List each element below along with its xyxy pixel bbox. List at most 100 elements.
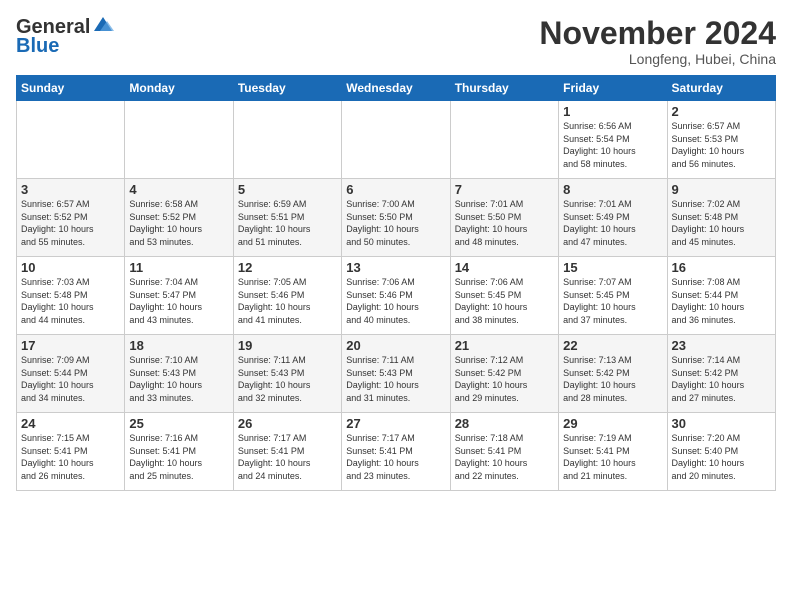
cell-0-3 (342, 101, 450, 179)
cell-info: Sunrise: 7:20 AM Sunset: 5:40 PM Dayligh… (672, 432, 771, 482)
cell-info: Sunrise: 7:17 AM Sunset: 5:41 PM Dayligh… (346, 432, 445, 482)
cell-info: Sunrise: 7:01 AM Sunset: 5:50 PM Dayligh… (455, 198, 554, 248)
day-number: 9 (672, 182, 771, 197)
cell-info: Sunrise: 7:13 AM Sunset: 5:42 PM Dayligh… (563, 354, 662, 404)
cell-4-3: 27Sunrise: 7:17 AM Sunset: 5:41 PM Dayli… (342, 413, 450, 491)
cell-info: Sunrise: 6:59 AM Sunset: 5:51 PM Dayligh… (238, 198, 337, 248)
day-number: 18 (129, 338, 228, 353)
header: General Blue November 2024 Longfeng, Hub… (16, 16, 776, 67)
col-wednesday: Wednesday (342, 76, 450, 101)
cell-2-3: 13Sunrise: 7:06 AM Sunset: 5:46 PM Dayli… (342, 257, 450, 335)
cell-1-2: 5Sunrise: 6:59 AM Sunset: 5:51 PM Daylig… (233, 179, 341, 257)
cell-info: Sunrise: 7:18 AM Sunset: 5:41 PM Dayligh… (455, 432, 554, 482)
day-number: 26 (238, 416, 337, 431)
cell-3-6: 23Sunrise: 7:14 AM Sunset: 5:42 PM Dayli… (667, 335, 775, 413)
day-number: 23 (672, 338, 771, 353)
day-number: 4 (129, 182, 228, 197)
cell-info: Sunrise: 7:06 AM Sunset: 5:46 PM Dayligh… (346, 276, 445, 326)
location-subtitle: Longfeng, Hubei, China (539, 51, 776, 67)
cell-0-2 (233, 101, 341, 179)
cell-1-5: 8Sunrise: 7:01 AM Sunset: 5:49 PM Daylig… (559, 179, 667, 257)
logo-icon (92, 13, 114, 35)
col-thursday: Thursday (450, 76, 558, 101)
cell-info: Sunrise: 7:09 AM Sunset: 5:44 PM Dayligh… (21, 354, 120, 404)
cell-info: Sunrise: 7:16 AM Sunset: 5:41 PM Dayligh… (129, 432, 228, 482)
cell-info: Sunrise: 7:11 AM Sunset: 5:43 PM Dayligh… (238, 354, 337, 404)
day-number: 7 (455, 182, 554, 197)
day-number: 29 (563, 416, 662, 431)
day-number: 6 (346, 182, 445, 197)
cell-info: Sunrise: 7:01 AM Sunset: 5:49 PM Dayligh… (563, 198, 662, 248)
cell-1-3: 6Sunrise: 7:00 AM Sunset: 5:50 PM Daylig… (342, 179, 450, 257)
day-number: 8 (563, 182, 662, 197)
cell-0-6: 2Sunrise: 6:57 AM Sunset: 5:53 PM Daylig… (667, 101, 775, 179)
title-block: November 2024 Longfeng, Hubei, China (539, 16, 776, 67)
cell-info: Sunrise: 7:00 AM Sunset: 5:50 PM Dayligh… (346, 198, 445, 248)
cell-1-1: 4Sunrise: 6:58 AM Sunset: 5:52 PM Daylig… (125, 179, 233, 257)
cell-3-2: 19Sunrise: 7:11 AM Sunset: 5:43 PM Dayli… (233, 335, 341, 413)
week-row-1: 1Sunrise: 6:56 AM Sunset: 5:54 PM Daylig… (17, 101, 776, 179)
cell-info: Sunrise: 6:58 AM Sunset: 5:52 PM Dayligh… (129, 198, 228, 248)
cell-2-6: 16Sunrise: 7:08 AM Sunset: 5:44 PM Dayli… (667, 257, 775, 335)
logo: General Blue (16, 16, 114, 58)
day-number: 16 (672, 260, 771, 275)
cell-4-5: 29Sunrise: 7:19 AM Sunset: 5:41 PM Dayli… (559, 413, 667, 491)
cell-2-1: 11Sunrise: 7:04 AM Sunset: 5:47 PM Dayli… (125, 257, 233, 335)
cell-3-0: 17Sunrise: 7:09 AM Sunset: 5:44 PM Dayli… (17, 335, 125, 413)
cell-info: Sunrise: 7:12 AM Sunset: 5:42 PM Dayligh… (455, 354, 554, 404)
cell-0-5: 1Sunrise: 6:56 AM Sunset: 5:54 PM Daylig… (559, 101, 667, 179)
cell-info: Sunrise: 7:11 AM Sunset: 5:43 PM Dayligh… (346, 354, 445, 404)
cell-info: Sunrise: 6:57 AM Sunset: 5:53 PM Dayligh… (672, 120, 771, 170)
cell-4-6: 30Sunrise: 7:20 AM Sunset: 5:40 PM Dayli… (667, 413, 775, 491)
cell-info: Sunrise: 6:57 AM Sunset: 5:52 PM Dayligh… (21, 198, 120, 248)
day-number: 2 (672, 104, 771, 119)
month-title: November 2024 (539, 16, 776, 51)
day-number: 3 (21, 182, 120, 197)
cell-3-4: 21Sunrise: 7:12 AM Sunset: 5:42 PM Dayli… (450, 335, 558, 413)
cell-info: Sunrise: 7:03 AM Sunset: 5:48 PM Dayligh… (21, 276, 120, 326)
cell-info: Sunrise: 7:17 AM Sunset: 5:41 PM Dayligh… (238, 432, 337, 482)
day-number: 1 (563, 104, 662, 119)
cell-0-0 (17, 101, 125, 179)
day-number: 25 (129, 416, 228, 431)
cell-1-6: 9Sunrise: 7:02 AM Sunset: 5:48 PM Daylig… (667, 179, 775, 257)
cell-info: Sunrise: 7:15 AM Sunset: 5:41 PM Dayligh… (21, 432, 120, 482)
cell-info: Sunrise: 7:04 AM Sunset: 5:47 PM Dayligh… (129, 276, 228, 326)
col-friday: Friday (559, 76, 667, 101)
day-number: 20 (346, 338, 445, 353)
day-number: 5 (238, 182, 337, 197)
day-number: 21 (455, 338, 554, 353)
cell-2-4: 14Sunrise: 7:06 AM Sunset: 5:45 PM Dayli… (450, 257, 558, 335)
cell-info: Sunrise: 7:19 AM Sunset: 5:41 PM Dayligh… (563, 432, 662, 482)
cell-4-0: 24Sunrise: 7:15 AM Sunset: 5:41 PM Dayli… (17, 413, 125, 491)
cell-0-4 (450, 101, 558, 179)
day-number: 30 (672, 416, 771, 431)
page: General Blue November 2024 Longfeng, Hub… (0, 0, 792, 499)
cell-3-3: 20Sunrise: 7:11 AM Sunset: 5:43 PM Dayli… (342, 335, 450, 413)
calendar-table: Sunday Monday Tuesday Wednesday Thursday… (16, 75, 776, 491)
day-number: 24 (21, 416, 120, 431)
col-saturday: Saturday (667, 76, 775, 101)
week-row-4: 17Sunrise: 7:09 AM Sunset: 5:44 PM Dayli… (17, 335, 776, 413)
day-number: 14 (455, 260, 554, 275)
cell-2-2: 12Sunrise: 7:05 AM Sunset: 5:46 PM Dayli… (233, 257, 341, 335)
day-number: 15 (563, 260, 662, 275)
cell-info: Sunrise: 6:56 AM Sunset: 5:54 PM Dayligh… (563, 120, 662, 170)
day-number: 27 (346, 416, 445, 431)
day-number: 10 (21, 260, 120, 275)
day-number: 17 (21, 338, 120, 353)
cell-1-0: 3Sunrise: 6:57 AM Sunset: 5:52 PM Daylig… (17, 179, 125, 257)
cell-info: Sunrise: 7:02 AM Sunset: 5:48 PM Dayligh… (672, 198, 771, 248)
cell-info: Sunrise: 7:07 AM Sunset: 5:45 PM Dayligh… (563, 276, 662, 326)
day-number: 11 (129, 260, 228, 275)
col-monday: Monday (125, 76, 233, 101)
day-number: 28 (455, 416, 554, 431)
cell-3-1: 18Sunrise: 7:10 AM Sunset: 5:43 PM Dayli… (125, 335, 233, 413)
week-row-5: 24Sunrise: 7:15 AM Sunset: 5:41 PM Dayli… (17, 413, 776, 491)
cell-3-5: 22Sunrise: 7:13 AM Sunset: 5:42 PM Dayli… (559, 335, 667, 413)
day-number: 12 (238, 260, 337, 275)
cell-4-4: 28Sunrise: 7:18 AM Sunset: 5:41 PM Dayli… (450, 413, 558, 491)
col-tuesday: Tuesday (233, 76, 341, 101)
cell-info: Sunrise: 7:05 AM Sunset: 5:46 PM Dayligh… (238, 276, 337, 326)
cell-2-0: 10Sunrise: 7:03 AM Sunset: 5:48 PM Dayli… (17, 257, 125, 335)
